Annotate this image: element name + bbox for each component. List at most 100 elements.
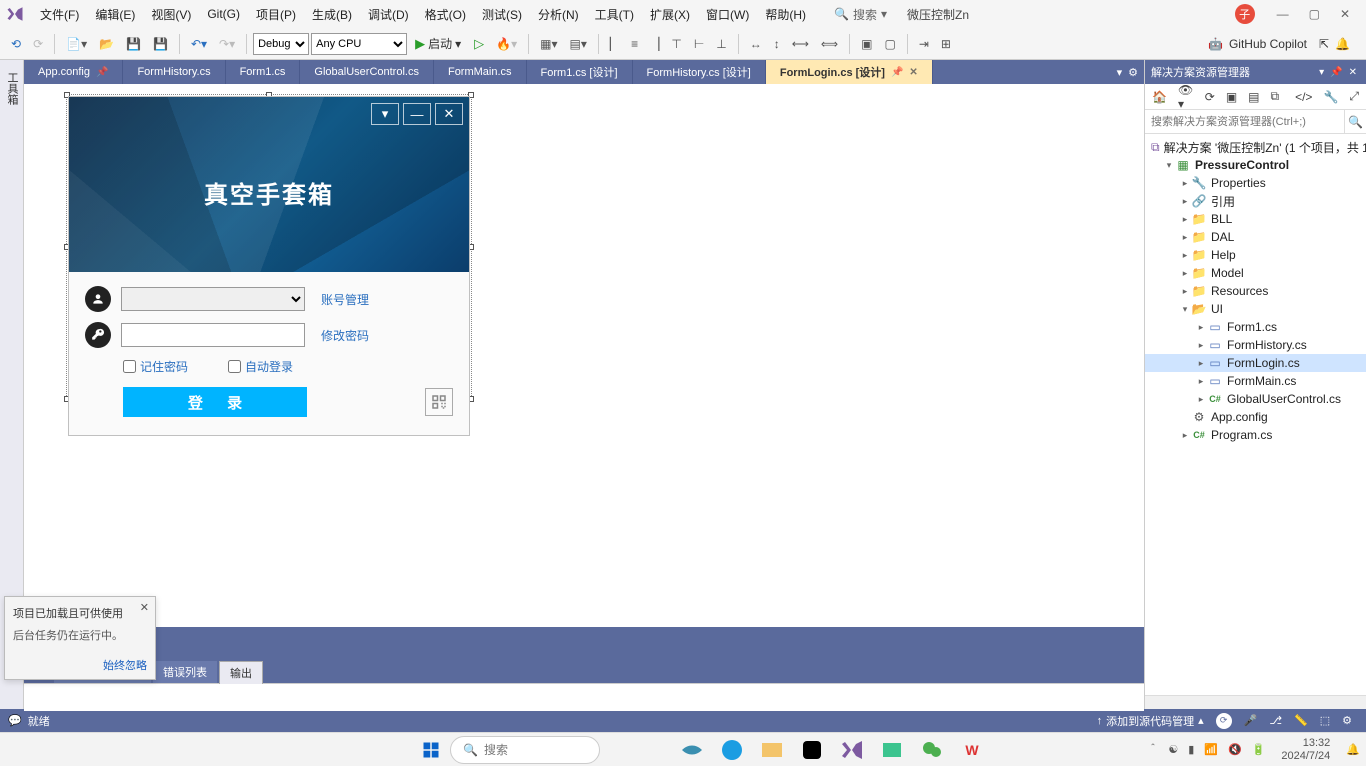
align-right-button[interactable]: ▕: [645, 34, 664, 54]
references-node[interactable]: ▸🔗引用: [1145, 192, 1366, 210]
app-terminal-icon[interactable]: [880, 738, 904, 762]
start-button[interactable]: [416, 735, 446, 765]
folder-dal[interactable]: ▸📁DAL: [1145, 228, 1366, 246]
status-settings-icon[interactable]: ⚙: [1336, 714, 1358, 727]
show-all-button[interactable]: ▤: [1245, 88, 1262, 106]
tray-notifications-icon[interactable]: 🔔: [1346, 743, 1360, 756]
file-formmain[interactable]: ▸▭FormMain.cs: [1145, 372, 1366, 390]
save-button[interactable]: 💾: [121, 34, 146, 54]
solution-search-input[interactable]: [1145, 110, 1344, 133]
file-formhistory[interactable]: ▸▭FormHistory.cs: [1145, 336, 1366, 354]
collapse-button[interactable]: ▣: [1223, 88, 1240, 106]
align-center-button[interactable]: ≡: [626, 34, 643, 54]
popup-close-button[interactable]: ✕: [140, 601, 149, 614]
menubar-search[interactable]: 🔍 搜索 ▾: [834, 6, 887, 23]
tab-error-list[interactable]: 错误列表: [153, 661, 217, 683]
panel-scrollbar[interactable]: [1145, 695, 1366, 709]
file-form1[interactable]: ▸▭Form1.cs: [1145, 318, 1366, 336]
menu-view[interactable]: 视图(V): [143, 3, 199, 26]
login-button[interactable]: 登 录: [123, 387, 307, 417]
tray-battery-icon[interactable]: 🔋: [1252, 743, 1266, 756]
panel-close-button[interactable]: ✕: [1346, 67, 1360, 78]
hspace-button[interactable]: ↔: [745, 34, 767, 54]
forward-button[interactable]: ⟳: [28, 34, 48, 54]
tray-volume-icon[interactable]: 🔇: [1228, 743, 1242, 756]
menu-tools[interactable]: 工具(T): [587, 3, 642, 26]
form-minimize-button[interactable]: ―: [403, 103, 431, 125]
tab-form1[interactable]: Form1.cs: [226, 60, 301, 84]
mic-icon[interactable]: 🎤: [1238, 714, 1264, 727]
app-wechat-icon[interactable]: [920, 738, 944, 762]
tab-order-button[interactable]: ⇥: [914, 34, 934, 54]
config-dropdown[interactable]: Debug: [253, 33, 309, 55]
folder-ui[interactable]: ▾📂UI: [1145, 300, 1366, 318]
liveshare-button[interactable]: ⟳: [1216, 713, 1232, 729]
password-input[interactable]: [121, 323, 305, 347]
user-avatar[interactable]: 子: [1235, 4, 1255, 24]
window-close-button[interactable]: ✕: [1330, 3, 1360, 25]
app-shark-icon[interactable]: [680, 738, 704, 762]
window-restore-button[interactable]: ▢: [1299, 3, 1330, 25]
menu-file[interactable]: 文件(F): [32, 3, 87, 26]
app-edge-icon[interactable]: [720, 738, 744, 762]
window-minimize-button[interactable]: ―: [1267, 3, 1299, 25]
status-bell-icon[interactable]: ⬚: [1314, 714, 1336, 727]
feedback-icon[interactable]: 💬: [8, 714, 22, 727]
menu-window[interactable]: 窗口(W): [698, 3, 757, 26]
same-height-button[interactable]: ⟺: [816, 34, 843, 54]
align-middle-button[interactable]: ⊢: [689, 34, 709, 54]
share-icon[interactable]: ⇱: [1319, 37, 1329, 51]
hot-reload-button[interactable]: 🔥▾: [491, 34, 522, 54]
change-password-link[interactable]: 修改密码: [321, 327, 369, 344]
save-all-button[interactable]: 💾: [148, 34, 173, 54]
undo-button[interactable]: ↶▾: [186, 34, 212, 54]
taskbar-clock[interactable]: 13:32 2024/7/24: [1281, 737, 1330, 761]
tab-formhistory[interactable]: FormHistory.cs: [123, 60, 225, 84]
tab-output[interactable]: 输出: [219, 661, 263, 684]
remember-checkbox[interactable]: 记住密码: [123, 358, 188, 375]
menu-build[interactable]: 生成(B): [304, 3, 360, 26]
start-without-debug-button[interactable]: ▷: [469, 33, 489, 55]
file-program[interactable]: ▸C#Program.cs: [1145, 426, 1366, 444]
view-code-button[interactable]: </>: [1292, 88, 1315, 106]
notifications-icon[interactable]: 🔔: [1335, 37, 1350, 51]
open-button[interactable]: 📂: [94, 34, 119, 54]
login-form[interactable]: ▾ ― ✕ 真空手套箱 账号管理: [68, 96, 470, 436]
menu-edit[interactable]: 编辑(E): [87, 3, 143, 26]
menu-git[interactable]: Git(G): [199, 4, 248, 24]
back-button[interactable]: ⟲: [6, 34, 26, 54]
app-capcut-icon[interactable]: [800, 738, 824, 762]
bring-front-button[interactable]: ▣: [856, 34, 877, 54]
file-formlogin[interactable]: ▸▭FormLogin.cs: [1145, 354, 1366, 372]
tab-formmain[interactable]: FormMain.cs: [434, 60, 527, 84]
menu-extensions[interactable]: 扩展(X): [642, 3, 698, 26]
pin-icon[interactable]: 📌: [891, 67, 903, 78]
status-ruler-icon[interactable]: 📏: [1288, 714, 1314, 727]
menu-debug[interactable]: 调试(D): [360, 3, 417, 26]
properties-node[interactable]: ▸🔧Properties: [1145, 174, 1366, 192]
redo-button[interactable]: ↷▾: [214, 34, 240, 54]
tab-formhistory-design[interactable]: FormHistory.cs [设计]: [633, 60, 766, 84]
form-menu-button[interactable]: ▾: [371, 103, 399, 125]
project-node[interactable]: ▾▦PressureControl: [1145, 156, 1366, 174]
tab-form1-design[interactable]: Form1.cs [设计]: [527, 60, 633, 84]
platform-dropdown[interactable]: Any CPU: [311, 33, 407, 55]
autologin-checkbox[interactable]: 自动登录: [228, 358, 293, 375]
start-debug-button[interactable]: ▶ 启动 ▾: [409, 33, 467, 54]
menu-format[interactable]: 格式(O): [417, 3, 474, 26]
same-width-button[interactable]: ⟷: [787, 34, 814, 54]
tab-appconfig[interactable]: App.config📌: [24, 60, 123, 84]
tray-app-icon[interactable]: ▮: [1188, 743, 1194, 756]
app-wps-icon[interactable]: W: [960, 738, 984, 762]
folder-help[interactable]: ▸📁Help: [1145, 246, 1366, 264]
form-close-button[interactable]: ✕: [435, 103, 463, 125]
panel-dropdown-button[interactable]: ▾: [1316, 67, 1327, 78]
send-back-button[interactable]: ▢: [879, 34, 900, 54]
properties-button[interactable]: 🔧: [1320, 88, 1341, 106]
folder-resources[interactable]: ▸📁Resources: [1145, 282, 1366, 300]
close-icon[interactable]: ✕: [909, 67, 917, 78]
qr-code-icon[interactable]: [425, 388, 453, 416]
datasources-tab[interactable]: 数据源: [0, 66, 1, 709]
panel-pin-button[interactable]: 📌: [1327, 67, 1345, 78]
taskbar-search[interactable]: 🔍 搜索: [450, 736, 600, 764]
